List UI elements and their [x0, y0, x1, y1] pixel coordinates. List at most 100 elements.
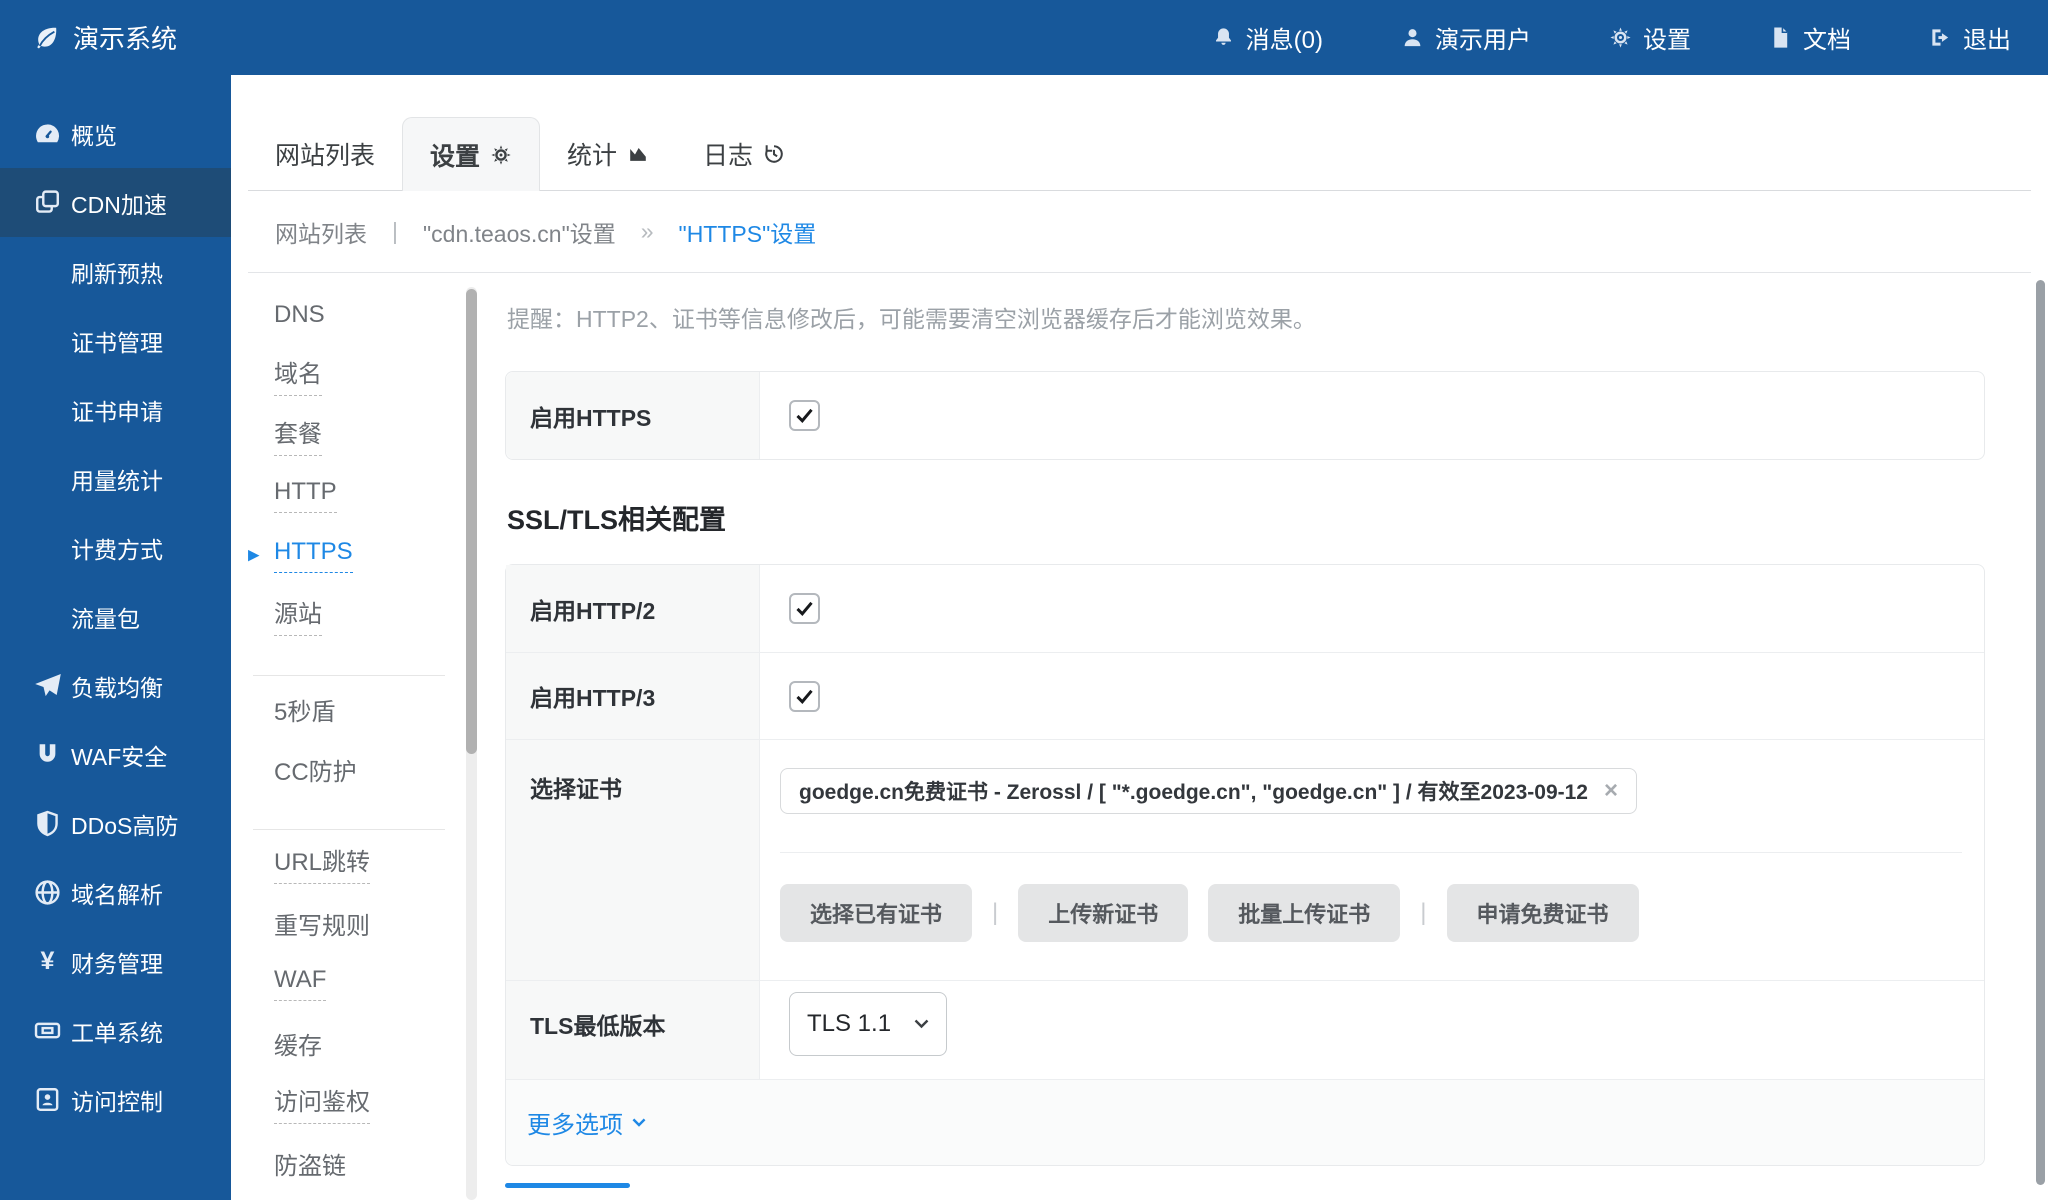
sidebar-item-usage-stats[interactable]: 用量统计	[0, 444, 231, 513]
docs-button[interactable]: 文档	[1769, 20, 1851, 55]
tab-settings[interactable]: 设置	[402, 117, 540, 191]
brand-title: 演示系统	[73, 19, 177, 56]
tabbar: 网站列表 设置 统计 日志	[248, 117, 2031, 191]
submenu-label: CC防护	[274, 752, 357, 787]
sidebar-item-ddos-protection[interactable]: DDoS高防	[0, 789, 231, 858]
submenu-item-url-redirect[interactable]: URL跳转	[248, 833, 466, 893]
sidebar-item-cert-apply[interactable]: 证书申请	[0, 375, 231, 444]
sidebar-item-ticket-system[interactable]: 工单系统	[0, 996, 231, 1065]
submenu-label: 域名	[274, 354, 322, 396]
paper-plane-icon	[33, 671, 62, 700]
submenu-item-cache[interactable]: 缓存	[248, 1013, 466, 1073]
submenu-item-https[interactable]: ▶ HTTPS	[248, 525, 466, 585]
sidebar-item-finance[interactable]: ¥ 财务管理	[0, 927, 231, 996]
submenu-item-waf[interactable]: WAF	[248, 953, 466, 1013]
section-title-ssl: SSL/TLS相关配置	[507, 498, 1985, 537]
sidebar-item-label: 工单系统	[71, 1014, 163, 1048]
sign-out-icon	[1929, 26, 1952, 49]
sidebar-item-cdn[interactable]: CDN加速	[0, 168, 231, 237]
submenu-item-dns[interactable]: DNS	[248, 285, 466, 345]
gear-icon	[490, 144, 512, 166]
select-existing-cert-button[interactable]: 选择已有证书	[780, 884, 972, 942]
tab-logs[interactable]: 日志	[676, 117, 812, 190]
history-icon	[763, 143, 785, 165]
settings-label: 设置	[1643, 20, 1691, 55]
tls-min-version-select[interactable]: TLS 1.1	[789, 992, 947, 1056]
sidebar-item-waf-security[interactable]: WAF安全	[0, 720, 231, 789]
sidebar-item-dns-resolution[interactable]: 域名解析	[0, 858, 231, 927]
http2-checkbox[interactable]	[789, 593, 820, 624]
sidebar-item-traffic-package[interactable]: 流量包	[0, 582, 231, 651]
check-icon	[794, 598, 815, 619]
button-separator: |	[992, 899, 998, 927]
chevron-down-icon	[914, 1019, 929, 1029]
submenu-divider	[253, 675, 445, 676]
submenu-label: WAF	[274, 966, 326, 1001]
submenu-item-origin[interactable]: 源站	[248, 585, 466, 645]
breadcrumb-https-settings[interactable]: "HTTPS"设置	[679, 215, 817, 249]
submenu-item-rewrite-rules[interactable]: 重写规则	[248, 893, 466, 953]
settings-button[interactable]: 设置	[1609, 20, 1691, 55]
submenu-label: URL跳转	[274, 842, 370, 884]
submenu-label: HTTPS	[274, 538, 353, 573]
sidebar-item-access-control[interactable]: 访问控制	[0, 1065, 231, 1134]
sidebar-item-overview[interactable]: 概览	[0, 99, 231, 168]
sidebar-item-label: DDoS高防	[71, 807, 178, 841]
id-card-icon	[33, 1085, 62, 1114]
submenu-item-domain[interactable]: 域名	[248, 345, 466, 405]
messages-label: 消息(0)	[1246, 20, 1323, 55]
apply-free-cert-button[interactable]: 申请免费证书	[1447, 884, 1639, 942]
gauge-icon	[33, 119, 62, 148]
submenu-item-hotlink-protection[interactable]: 防盗链	[248, 1133, 466, 1193]
enable-https-label: 启用HTTPS	[506, 372, 760, 459]
submenu-item-http[interactable]: HTTP	[248, 465, 466, 525]
tab-stats[interactable]: 统计	[540, 117, 676, 190]
sidebar-item-refresh-preheat[interactable]: 刷新预热	[0, 237, 231, 306]
more-options-link[interactable]: 更多选项	[527, 1105, 646, 1140]
gear-icon	[1609, 26, 1632, 49]
tab-label: 统计	[567, 136, 617, 172]
user-menu-button[interactable]: 演示用户	[1401, 20, 1531, 55]
save-indicator-line	[505, 1183, 630, 1188]
sidebar-item-load-balancer[interactable]: 负载均衡	[0, 651, 231, 720]
sidebar-item-cert-management[interactable]: 证书管理	[0, 306, 231, 375]
leaf-icon	[33, 24, 60, 51]
user-icon	[1401, 26, 1424, 49]
sidebar-item-label: 证书申请	[71, 393, 163, 427]
submenu-item-cc-protection[interactable]: CC防护	[248, 739, 466, 799]
sidebar-item-label: 域名解析	[71, 876, 163, 910]
https-checkbox[interactable]	[789, 400, 820, 431]
tls-min-version-row: TLS最低版本 TLS 1.1	[506, 980, 1984, 1079]
cert-label: 选择证书	[506, 740, 760, 980]
close-icon[interactable]: ×	[1604, 779, 1618, 803]
sidebar-item-label: 计费方式	[71, 531, 163, 565]
http3-label: 启用HTTP/3	[506, 653, 760, 739]
submenu-label: DNS	[274, 301, 325, 329]
submenu-label: 源站	[274, 594, 322, 636]
breadcrumb-site-settings[interactable]: "cdn.teaos.cn"设置	[423, 215, 616, 249]
page-scrollbar-thumb[interactable]	[2036, 280, 2045, 1185]
http3-checkbox[interactable]	[789, 681, 820, 712]
chevron-down-icon	[632, 1118, 646, 1127]
sidebar-item-label: 证书管理	[71, 324, 163, 358]
copy-icon	[33, 188, 62, 217]
document-icon	[1769, 26, 1792, 49]
tab-website-list[interactable]: 网站列表	[248, 117, 402, 190]
tab-label: 设置	[430, 137, 480, 173]
submenu-scrollbar-thumb[interactable]	[466, 289, 477, 754]
submenu-item-plan[interactable]: 套餐	[248, 405, 466, 465]
tls-selected-value: TLS 1.1	[807, 1010, 891, 1038]
breadcrumb-website-list[interactable]: 网站列表	[275, 215, 367, 249]
sidebar-item-billing-method[interactable]: 计费方式	[0, 513, 231, 582]
brand-logo[interactable]: 演示系统	[0, 19, 177, 56]
submenu-item-access-auth[interactable]: 访问鉴权	[248, 1073, 466, 1133]
batch-upload-cert-button[interactable]: 批量上传证书	[1208, 884, 1400, 942]
submenu-scrollbar[interactable]	[466, 287, 477, 1200]
submenu-item-5s-shield[interactable]: 5秒盾	[248, 679, 466, 739]
upload-new-cert-button[interactable]: 上传新证书	[1018, 884, 1188, 942]
chart-area-icon	[627, 143, 649, 165]
messages-button[interactable]: 消息(0)	[1212, 20, 1323, 55]
logout-button[interactable]: 退出	[1929, 20, 2011, 55]
submenu-label: 重写规则	[274, 906, 370, 941]
breadcrumb-separator: »	[641, 218, 654, 245]
